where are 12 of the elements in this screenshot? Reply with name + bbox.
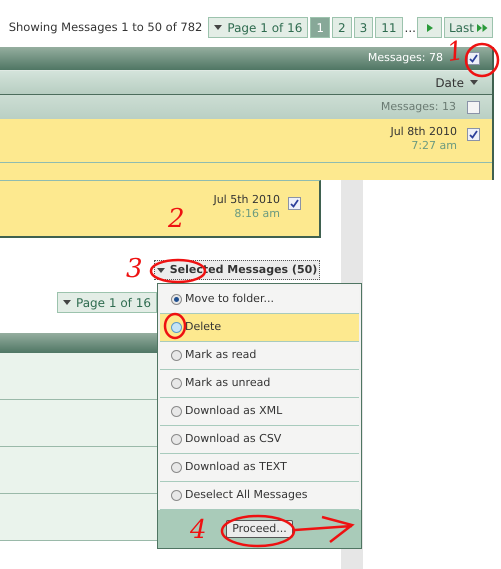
message-time: 7:27 am xyxy=(411,139,457,153)
annotation-number: 3 xyxy=(126,255,143,283)
annotation-number: 1 xyxy=(445,36,466,68)
message-time: 8:16 am xyxy=(234,207,280,221)
results-summary: Showing Messages 1 to 50 of 782 xyxy=(8,18,202,36)
message-date: Jul 5th 2010 xyxy=(213,193,280,207)
annotation-number: 4 xyxy=(190,516,207,544)
message-count: Messages: 13 xyxy=(380,98,456,115)
pager-ellipsis: ... xyxy=(404,20,416,36)
message-date: Jul 8th 2010 xyxy=(390,125,457,139)
annotation-number: 2 xyxy=(168,205,185,233)
message-count: Messages: 78 xyxy=(368,50,443,66)
